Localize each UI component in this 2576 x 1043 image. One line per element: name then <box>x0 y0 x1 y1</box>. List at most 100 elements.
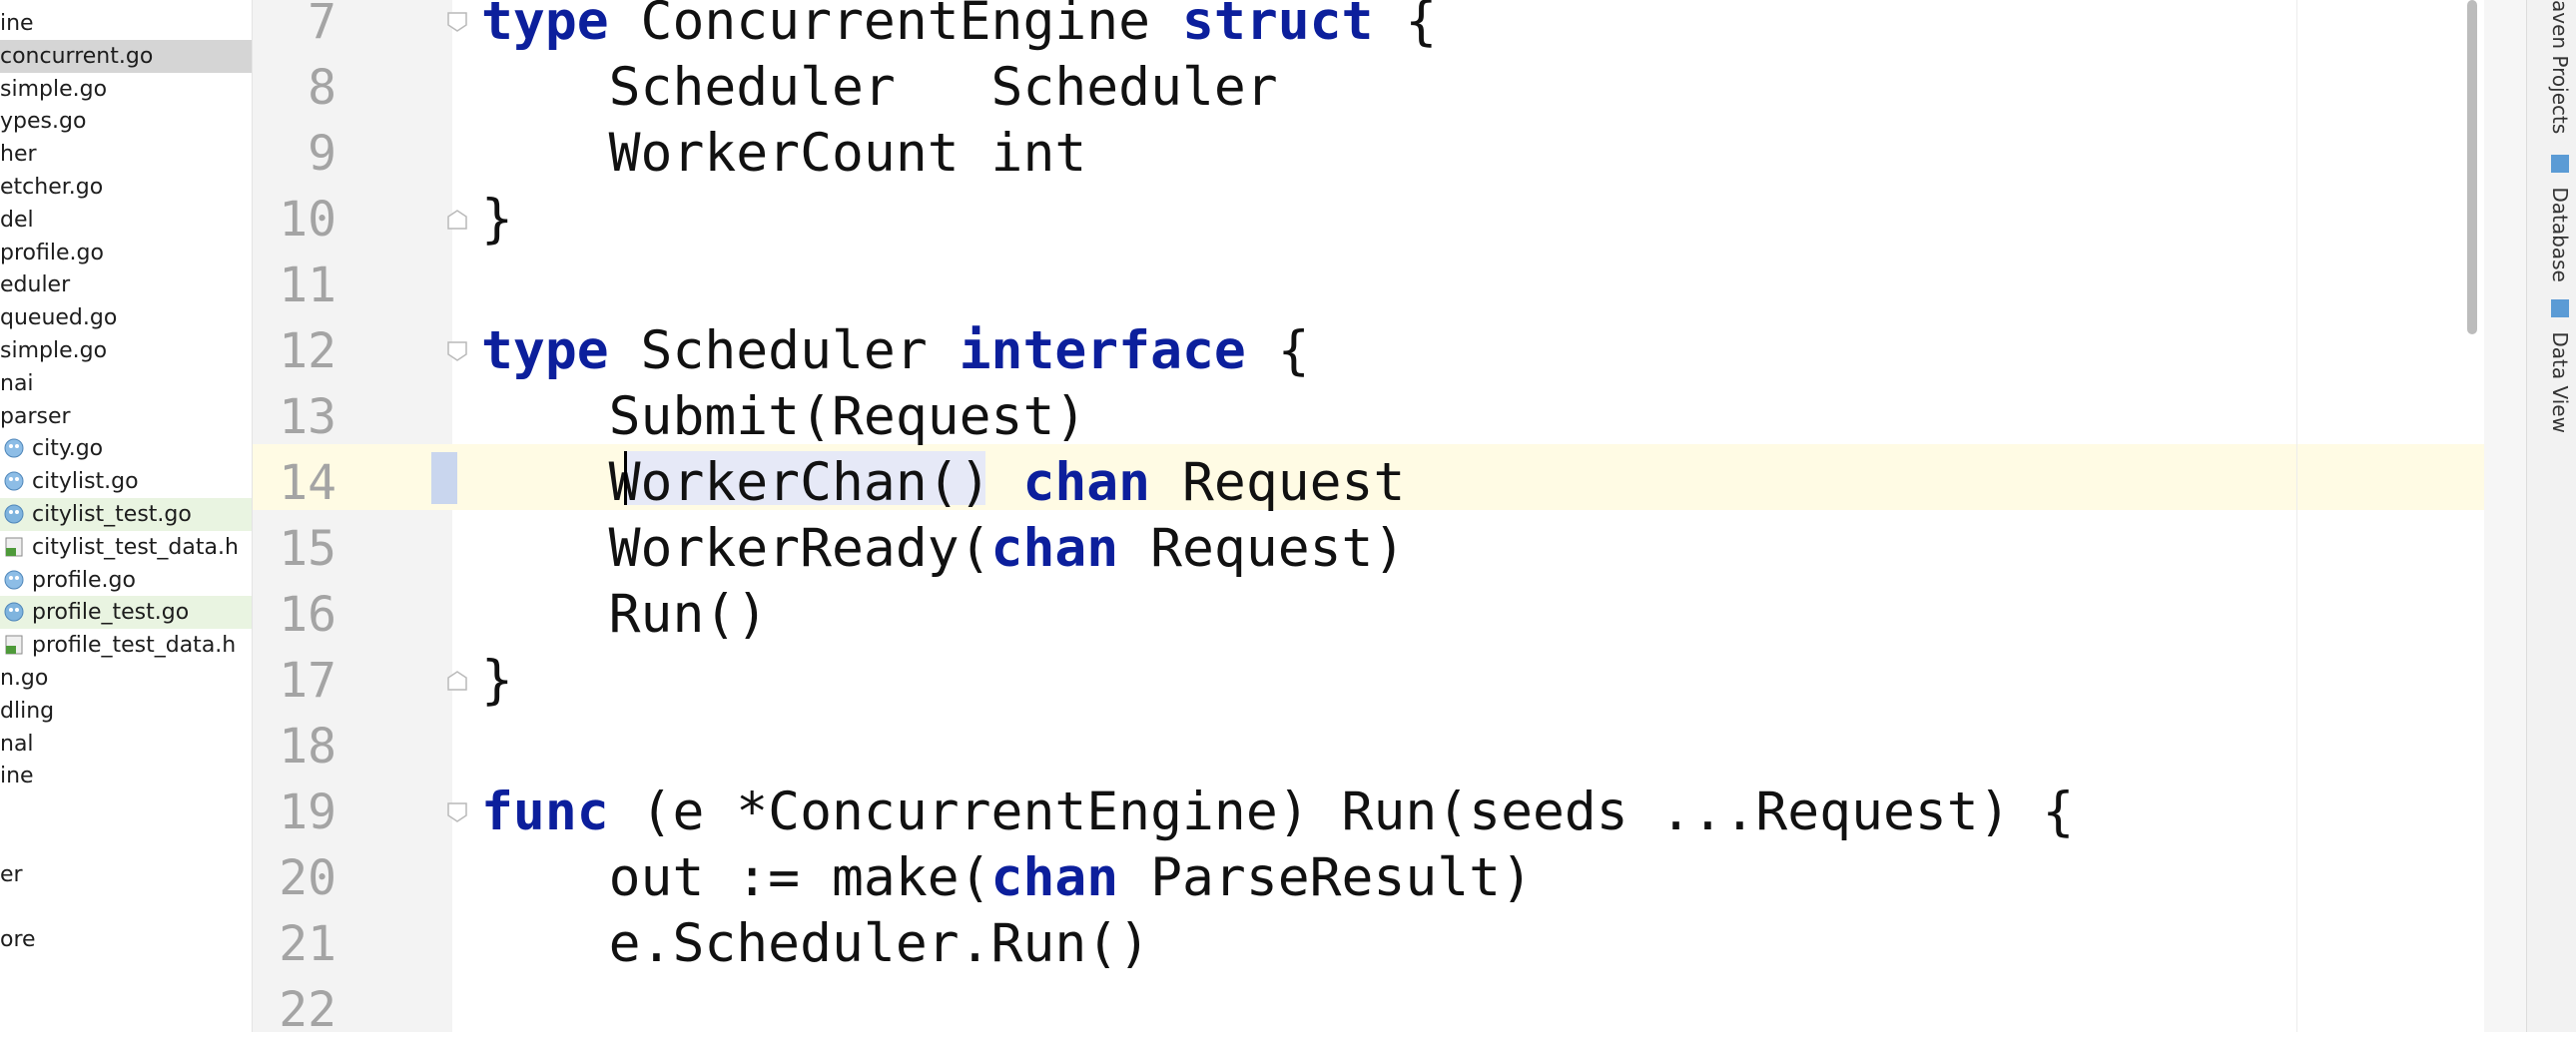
code-line[interactable]: func (e *ConcurrentEngine) Run(seeds ...… <box>481 780 2074 845</box>
tree-item[interactable]: dling <box>0 695 252 728</box>
line-number: 22 <box>279 982 336 1038</box>
database-icon <box>2551 155 2569 173</box>
tree-item-label: nal <box>0 731 34 757</box>
project-tree[interactable]: ine concurrent.go simple.go ypes.go her etche… <box>0 0 253 1032</box>
tool-database[interactable]: Database <box>2532 155 2572 282</box>
tree-item[interactable] <box>0 825 252 858</box>
tree-item-label: simple.go <box>0 338 108 363</box>
code-token: Submit(Request) <box>481 386 1087 447</box>
tree-item[interactable] <box>0 891 252 924</box>
fold-icon[interactable] <box>446 670 468 692</box>
tree-item-label: profile_test.go <box>32 600 190 626</box>
tool-data-view[interactable]: Data View <box>2532 299 2572 433</box>
tree-item[interactable]: parser <box>0 400 252 433</box>
code-line[interactable]: WorkerReady(chan Request) <box>481 516 1406 582</box>
tree-item[interactable]: ypes.go <box>0 105 252 138</box>
tree-item[interactable]: ore <box>0 923 252 956</box>
tree-item-label: simple.go <box>0 76 108 102</box>
tree-item[interactable]: er <box>0 858 252 891</box>
tree-item-label: ore <box>0 927 36 953</box>
tree-item-label: etcher.go <box>0 175 104 200</box>
code-line[interactable]: out := make(chan ParseResult) <box>481 845 1533 911</box>
keyword-token: type <box>481 0 609 52</box>
data-view-icon <box>2551 299 2569 317</box>
line-number: 8 <box>308 60 336 116</box>
tree-item-label: citylist_test_data.h <box>32 534 239 560</box>
go-file-icon <box>4 436 24 458</box>
tree-item-label: ypes.go <box>0 109 87 135</box>
tree-item[interactable]: eduler <box>0 268 252 301</box>
code-line[interactable]: Submit(Request) <box>481 384 1087 450</box>
code-token: Scheduler Scheduler <box>481 57 1278 118</box>
tree-item[interactable]: concurrent.go <box>0 39 252 73</box>
keyword-token: func <box>481 782 609 842</box>
tree-item[interactable]: profile.go <box>0 564 252 597</box>
line-number: 14 <box>279 455 336 511</box>
code-token: out := make( <box>481 847 991 908</box>
tree-item[interactable]: profile_test_data.h <box>0 629 252 662</box>
fold-icon[interactable] <box>446 209 468 231</box>
tree-item-label: er <box>0 861 23 887</box>
tree-item[interactable] <box>0 792 252 825</box>
keyword-token: chan <box>990 847 1119 908</box>
keyword-token: interface <box>959 320 1246 381</box>
current-line-marker <box>431 452 457 504</box>
data-view-label: Data View <box>2548 331 2572 433</box>
tree-item[interactable]: del <box>0 204 252 237</box>
editor-scrollbar-track[interactable] <box>2484 0 2526 1032</box>
right-margin-guide <box>2296 0 2297 1032</box>
line-number: 9 <box>308 126 336 182</box>
code-token: WorkerReady( <box>481 518 991 579</box>
tree-item[interactable]: etcher.go <box>0 171 252 204</box>
line-number: 11 <box>279 258 336 313</box>
code-token: Request <box>1150 452 1406 513</box>
fold-icon[interactable] <box>446 801 468 823</box>
tool-maven-projects[interactable]: aven Projects <box>2532 0 2572 134</box>
line-number: 19 <box>279 784 336 840</box>
tree-item-label: citylist_test.go <box>32 502 192 527</box>
code-token: ParseResult) <box>1118 847 1534 908</box>
tree-item[interactable]: nal <box>0 728 252 761</box>
code-line[interactable]: type ConcurrentEngine struct { <box>481 0 1437 55</box>
tree-item[interactable]: nai <box>0 367 252 400</box>
tree-item[interactable]: simple.go <box>0 73 252 106</box>
tree-item-label: citylist.go <box>32 469 139 495</box>
tree-item[interactable]: city.go <box>0 432 252 465</box>
code-line[interactable]: e.Scheduler.Run() <box>481 911 1150 977</box>
tree-item-label: parser <box>0 403 71 429</box>
tree-item[interactable]: simple.go <box>0 334 252 367</box>
tree-item[interactable]: citylist_test.go <box>0 498 252 531</box>
tree-item[interactable]: her <box>0 138 252 171</box>
tree-item-label: eduler <box>0 272 71 298</box>
tree-item[interactable]: citylist_test_data.h <box>0 531 252 564</box>
code-token: Scheduler <box>608 320 960 381</box>
keyword-token: struct <box>1182 0 1374 52</box>
code-token: e.Scheduler.Run() <box>481 913 1151 974</box>
tree-item[interactable]: queued.go <box>0 301 252 334</box>
tree-item[interactable]: ine <box>0 760 252 792</box>
code-line[interactable]: Run() <box>481 582 769 648</box>
code-line[interactable]: Scheduler Scheduler <box>481 55 1278 121</box>
fold-icon[interactable] <box>446 11 468 33</box>
code-token: { <box>1373 0 1438 52</box>
tree-item[interactable]: citylist.go <box>0 465 252 498</box>
tree-item[interactable]: profile_test.go <box>0 596 252 630</box>
code-line[interactable]: WorkerCount int <box>481 121 1087 187</box>
code-token: WorkerCount int <box>481 123 1087 184</box>
maven-projects-label: aven Projects <box>2548 0 2572 135</box>
fold-icon[interactable] <box>446 340 468 362</box>
code-token: Run() <box>481 584 769 645</box>
code-token: WorkerChan() <box>481 452 1023 513</box>
tree-item[interactable]: ine <box>0 7 252 40</box>
code-token: } <box>481 189 513 250</box>
tree-item[interactable]: n.go <box>0 662 252 695</box>
keyword-token: chan <box>1022 452 1151 513</box>
code-line[interactable]: WorkerChan() chan Request <box>481 450 1406 516</box>
tree-item[interactable]: profile.go <box>0 237 252 269</box>
code-line[interactable]: type Scheduler interface { <box>481 318 1310 384</box>
editor-scrollbar-thumb[interactable] <box>2467 0 2477 334</box>
code-token: (e *ConcurrentEngine) Run(seeds ...Reque… <box>608 782 2075 842</box>
code-line[interactable]: } <box>481 187 513 253</box>
line-number: 12 <box>279 323 336 379</box>
code-line[interactable]: } <box>481 648 513 714</box>
